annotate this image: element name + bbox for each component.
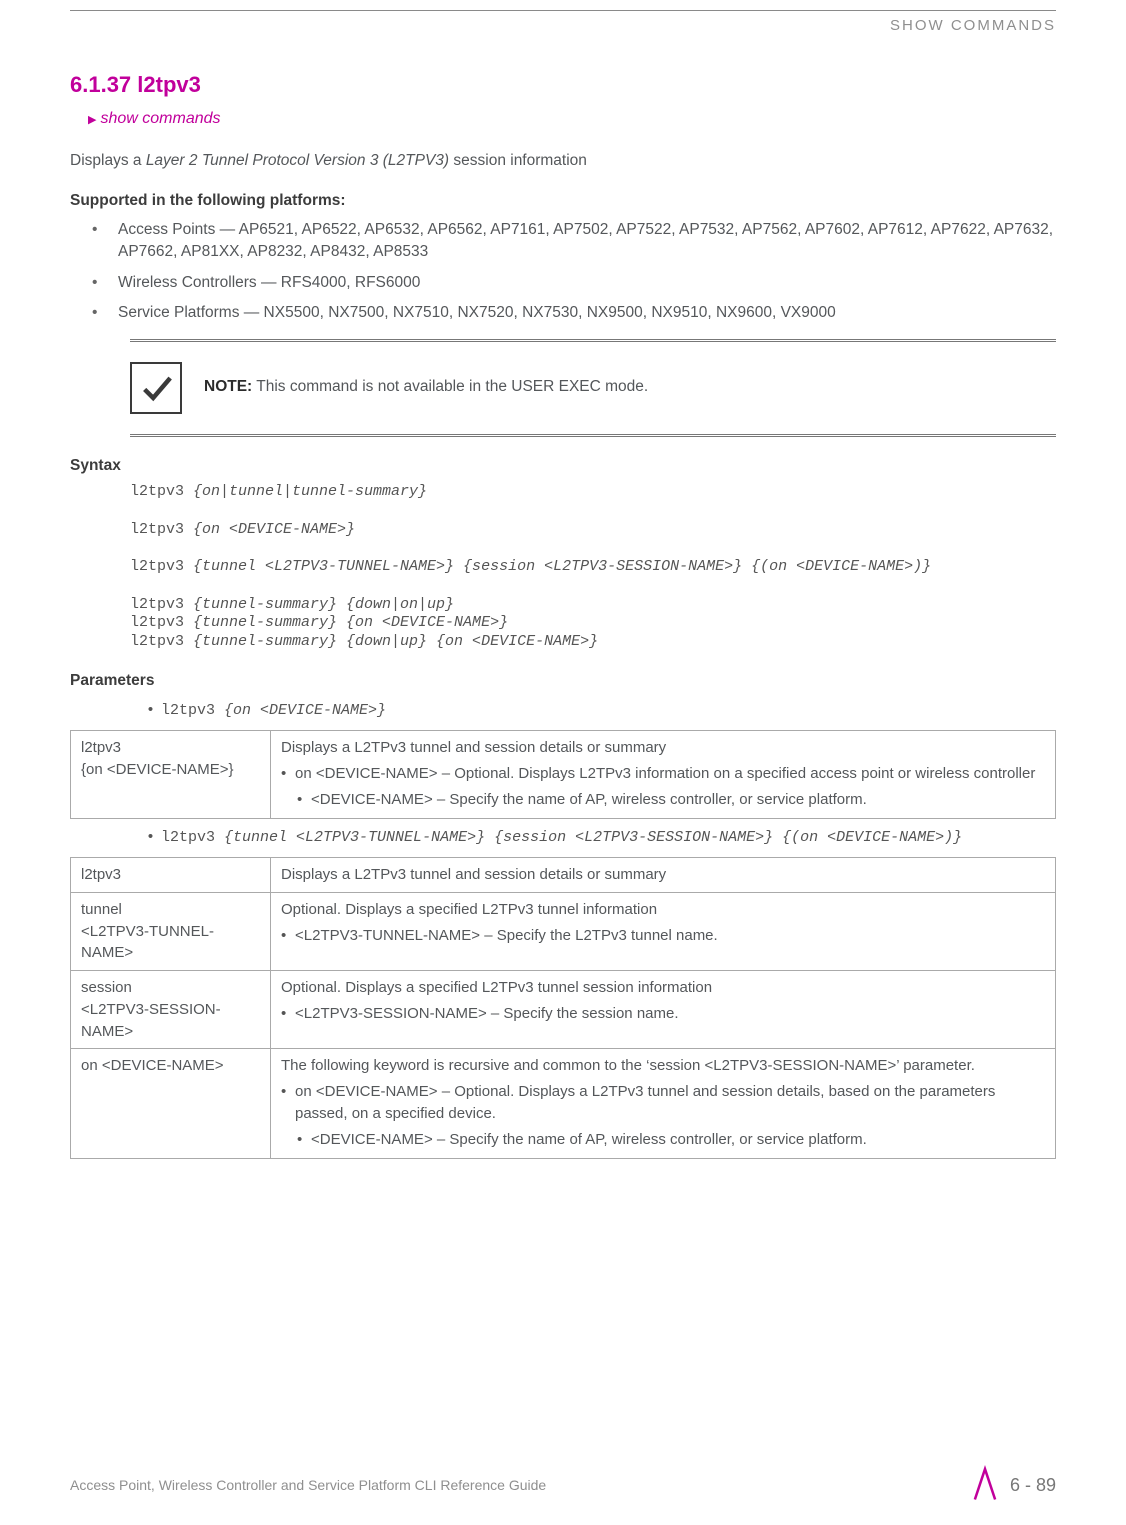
code-arg: {tunnel-summary} {down|on|up} — [193, 596, 454, 613]
list-item: <L2TPV3-SESSION-NAME> – Specify the sess… — [295, 1003, 1045, 1025]
code-arg: {tunnel <L2TPV3-TUNNEL-NAME>} {session <… — [193, 558, 931, 575]
bullet-text: on <DEVICE-NAME> – Optional. Displays L2… — [295, 765, 1035, 782]
page-number: 6 - 89 — [1010, 1472, 1056, 1498]
cell: tunnel <L2TPV3-TUNNEL-NAME> — [71, 892, 271, 970]
parameters-heading: Parameters — [70, 670, 1056, 692]
platforms-list: Access Points — AP6521, AP6522, AP6532, … — [70, 219, 1056, 325]
list-item: on <DEVICE-NAME> – Optional. Displays L2… — [295, 763, 1045, 811]
cell: session <L2TPV3-SESSION-NAME> — [71, 971, 271, 1049]
list-item: Wireless Controllers — RFS4000, RFS6000 — [118, 272, 1056, 294]
cell: The following keyword is recursive and c… — [271, 1049, 1056, 1159]
breadcrumb-label: show commands — [100, 110, 220, 127]
cell: Displays a L2TPv3 tunnel and session det… — [271, 858, 1056, 893]
cell: l2tpv3 {on <DEVICE-NAME>} — [71, 731, 271, 819]
cell-head: Optional. Displays a specified L2TPv3 tu… — [281, 899, 1045, 921]
table-row: on <DEVICE-NAME> The following keyword i… — [71, 1049, 1056, 1159]
code-cmd: l2tpv3 — [130, 521, 193, 538]
cell-line: tunnel — [81, 899, 260, 921]
code-arg: {on|tunnel|tunnel-summary} — [193, 483, 427, 500]
page-footer: Access Point, Wireless Controller and Se… — [70, 1464, 1056, 1507]
code-cmd: l2tpv3 — [161, 702, 224, 719]
cell-line: l2tpv3 — [81, 737, 260, 759]
param-intro-1: •l2tpv3 {on <DEVICE-NAME>} — [146, 700, 1056, 722]
intro-paragraph: Displays a Layer 2 Tunnel Protocol Versi… — [70, 150, 1056, 172]
param-table-1: l2tpv3 {on <DEVICE-NAME>} Displays a L2T… — [70, 730, 1056, 819]
syntax-heading: Syntax — [70, 455, 1056, 477]
note-rule-top — [130, 339, 1056, 342]
note-label: NOTE: — [204, 378, 252, 395]
section-heading: 6.1.37 l2tpv3 — [70, 69, 1056, 101]
table-row: l2tpv3 {on <DEVICE-NAME>} Displays a L2T… — [71, 731, 1056, 819]
list-item: Access Points — AP6521, AP6522, AP6532, … — [118, 219, 1056, 264]
code-arg: {tunnel-summary} {down|up} {on <DEVICE-N… — [193, 633, 598, 650]
footer-title: Access Point, Wireless Controller and Se… — [70, 1475, 546, 1495]
list-item: Service Platforms — NX5500, NX7500, NX75… — [118, 302, 1056, 324]
cell-head: Displays a L2TPv3 tunnel and session det… — [281, 737, 1045, 759]
cell-line: {on <DEVICE-NAME>} — [81, 759, 260, 781]
breadcrumb[interactable]: ▶ show commands — [88, 107, 1056, 130]
code-arg: {tunnel <L2TPV3-TUNNEL-NAME>} {session <… — [224, 829, 962, 846]
cell: Optional. Displays a specified L2TPv3 tu… — [271, 971, 1056, 1049]
check-icon — [130, 362, 182, 414]
list-item: <DEVICE-NAME> – Specify the name of AP, … — [311, 1129, 1045, 1151]
note-rule-bottom — [130, 434, 1056, 437]
list-item: <DEVICE-NAME> – Specify the name of AP, … — [311, 789, 1045, 811]
syntax-block: l2tpv3 {on|tunnel|tunnel-summary} l2tpv3… — [130, 483, 1056, 652]
cell-head: The following keyword is recursive and c… — [281, 1055, 1045, 1077]
param-table-2: l2tpv3 Displays a L2TPv3 tunnel and sess… — [70, 857, 1056, 1159]
code-cmd: l2tpv3 — [130, 483, 193, 500]
table-row: tunnel <L2TPV3-TUNNEL-NAME> Optional. Di… — [71, 892, 1056, 970]
intro-italic: Layer 2 Tunnel Protocol Version 3 (L2TPV… — [146, 152, 449, 169]
code-arg: {on <DEVICE-NAME>} — [193, 521, 355, 538]
code-cmd: l2tpv3 — [130, 633, 193, 650]
cell: Displays a L2TPv3 tunnel and session det… — [271, 731, 1056, 819]
cell: on <DEVICE-NAME> — [71, 1049, 271, 1159]
table-row: l2tpv3 Displays a L2TPv3 tunnel and sess… — [71, 858, 1056, 893]
cell: Optional. Displays a specified L2TPv3 tu… — [271, 892, 1056, 970]
cell-head: Optional. Displays a specified L2TPv3 tu… — [281, 977, 1045, 999]
code-cmd: l2tpv3 — [130, 596, 193, 613]
note-block: NOTE: This command is not available in t… — [130, 339, 1056, 437]
note-text: NOTE: This command is not available in t… — [204, 376, 648, 398]
triangle-icon: ▶ — [88, 114, 96, 126]
supported-heading: Supported in the following platforms: — [70, 190, 1056, 212]
brand-icon — [972, 1464, 998, 1507]
cell-line: <L2TPV3-TUNNEL-NAME> — [81, 921, 260, 965]
param-intro-2: •l2tpv3 {tunnel <L2TPV3-TUNNEL-NAME>} {s… — [146, 827, 1056, 849]
code-arg: {on <DEVICE-NAME>} — [224, 702, 386, 719]
bullet-text: on <DEVICE-NAME> – Optional. Displays a … — [295, 1083, 995, 1122]
code-cmd: l2tpv3 — [130, 558, 193, 575]
section-number: 6.1.37 — [70, 72, 131, 97]
running-header: SHOW COMMANDS — [70, 11, 1056, 69]
table-row: session <L2TPV3-SESSION-NAME> Optional. … — [71, 971, 1056, 1049]
list-item: on <DEVICE-NAME> – Optional. Displays a … — [295, 1081, 1045, 1150]
intro-prefix: Displays a — [70, 152, 146, 169]
code-cmd: l2tpv3 — [161, 829, 224, 846]
cell-line: session — [81, 977, 260, 999]
section-title: l2tpv3 — [137, 72, 201, 97]
list-item: <L2TPV3-TUNNEL-NAME> – Specify the L2TPv… — [295, 925, 1045, 947]
code-arg: {tunnel-summary} {on <DEVICE-NAME>} — [193, 614, 508, 631]
note-body: This command is not available in the USE… — [252, 378, 648, 395]
cell: l2tpv3 — [71, 858, 271, 893]
intro-suffix: session information — [449, 152, 587, 169]
cell-line: <L2TPV3-SESSION-NAME> — [81, 999, 260, 1043]
code-cmd: l2tpv3 — [130, 614, 193, 631]
